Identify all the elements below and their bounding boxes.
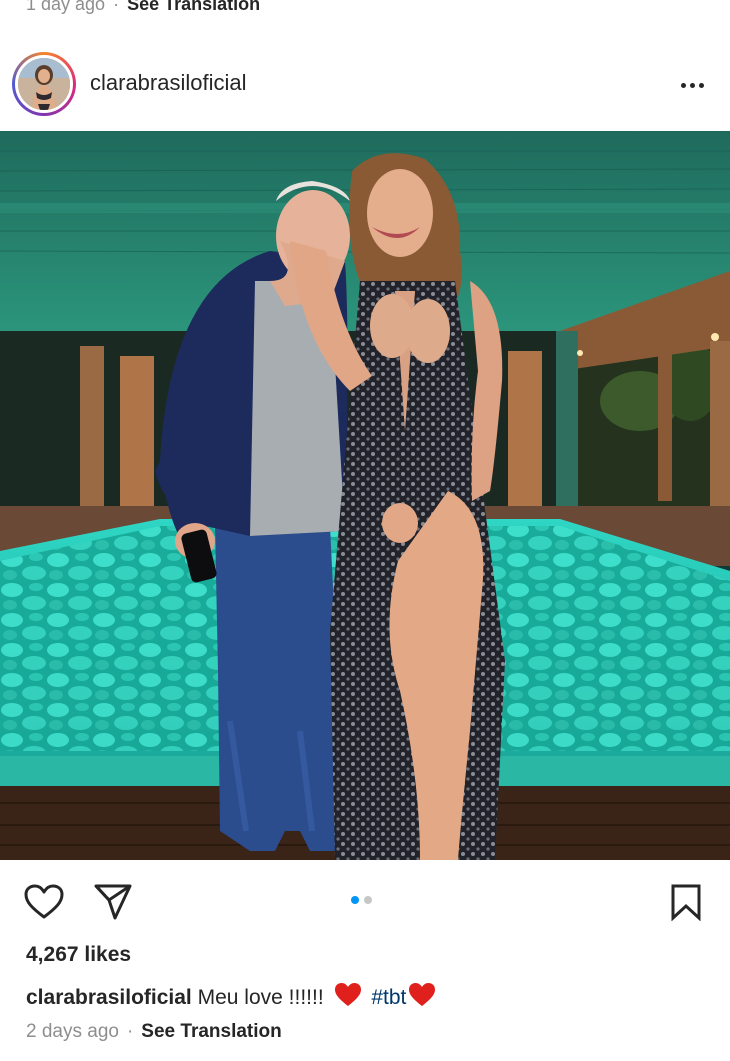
post-meta: 2 days ago · See Translation xyxy=(26,1021,282,1043)
caption-text: Meu love !!!!!! xyxy=(197,986,324,1009)
pager-dot-active[interactable] xyxy=(351,896,359,904)
see-translation-link-top[interactable]: See Translation xyxy=(127,0,260,14)
likes-count[interactable]: 4,267 likes xyxy=(26,943,131,967)
more-dot xyxy=(680,82,686,88)
meta-separator: · xyxy=(113,0,120,14)
bookmark-icon[interactable] xyxy=(664,880,708,924)
post-time: 2 days ago xyxy=(26,1021,119,1042)
pager-dot[interactable] xyxy=(364,896,372,904)
red-heart-emoji-icon xyxy=(408,982,436,1014)
red-heart-emoji-icon xyxy=(334,982,362,1014)
previous-post-time: 1 day ago xyxy=(26,0,106,14)
post-username[interactable]: clarabrasiloficial xyxy=(90,70,247,96)
hashtag-link[interactable]: #tbt xyxy=(371,986,406,1009)
post-photo xyxy=(0,131,730,860)
post-caption: clarabrasiloficial Meu love !!!!!! #tbt xyxy=(26,982,440,1014)
carousel-pager xyxy=(351,896,372,904)
avatar[interactable] xyxy=(12,52,76,116)
paper-plane-icon[interactable] xyxy=(91,880,135,924)
caption-username[interactable]: clarabrasiloficial xyxy=(26,986,192,1009)
post-header: clarabrasiloficial xyxy=(0,40,730,130)
avatar-image xyxy=(15,55,73,113)
see-translation-link[interactable]: See Translation xyxy=(141,1021,281,1042)
post-image[interactable] xyxy=(0,131,730,860)
meta-separator: · xyxy=(126,1021,134,1042)
more-dot xyxy=(689,82,695,88)
more-horizontal-icon[interactable] xyxy=(672,70,712,100)
previous-post-meta: 1 day ago · See Translation xyxy=(26,0,260,15)
more-dot xyxy=(698,82,704,88)
heart-outline-icon[interactable] xyxy=(22,880,66,924)
